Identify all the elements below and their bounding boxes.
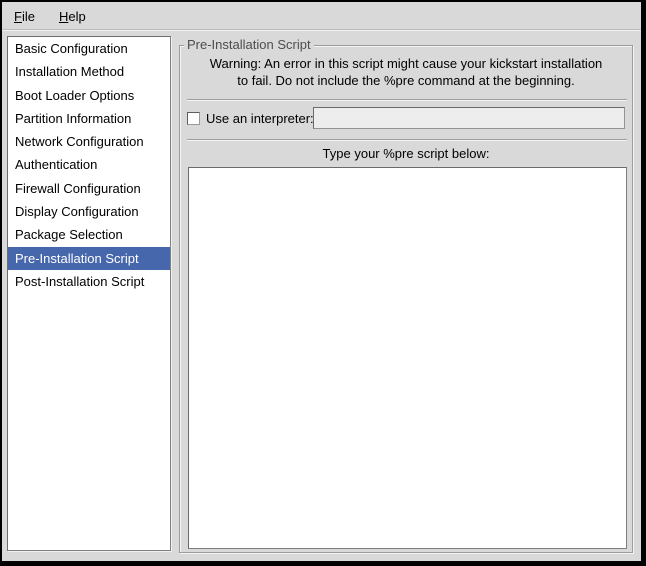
frame-title: Pre-Installation Script [184,37,314,52]
use-interpreter-checkbox[interactable] [187,112,200,125]
sidebar-item-boot-loader-options[interactable]: Boot Loader Options [8,84,170,107]
section-list: Basic ConfigurationInstallation MethodBo… [7,36,171,551]
sidebar-item-partition-information[interactable]: Partition Information [8,107,170,130]
warning-line-2: to fail. Do not include the %pre command… [180,72,632,89]
sidebar-item-authentication[interactable]: Authentication [8,153,170,176]
use-interpreter-label[interactable]: Use an interpreter: [206,111,314,127]
sidebar-item-firewall-configuration[interactable]: Firewall Configuration [8,177,170,200]
interpreter-entry[interactable] [313,107,625,129]
script-prompt-label: Type your %pre script below: [180,146,632,161]
sidebar-item-installation-method[interactable]: Installation Method [8,60,170,83]
menu-help[interactable]: Help [53,6,92,27]
warning-line-1: Warning: An error in this script might c… [180,55,632,72]
separator [187,99,627,100]
kickstart-configurator-window: File Help Basic ConfigurationInstallatio… [0,0,646,566]
warning-text: Warning: An error in this script might c… [180,55,632,89]
sidebar-item-display-configuration[interactable]: Display Configuration [8,200,170,223]
sidebar-item-basic-configuration[interactable]: Basic Configuration [8,37,170,60]
separator [187,139,627,140]
pre-script-textarea[interactable] [188,167,627,549]
sidebar-item-network-configuration[interactable]: Network Configuration [8,130,170,153]
sidebar-item-pre-installation-script[interactable]: Pre-Installation Script [8,247,170,270]
sidebar-item-package-selection[interactable]: Package Selection [8,223,170,246]
sidebar-item-post-installation-script[interactable]: Post-Installation Script [8,270,170,293]
menubar: File Help [2,2,641,30]
menu-file[interactable]: File [8,6,41,27]
pre-installation-frame: Pre-Installation Script Warning: An erro… [179,45,633,553]
